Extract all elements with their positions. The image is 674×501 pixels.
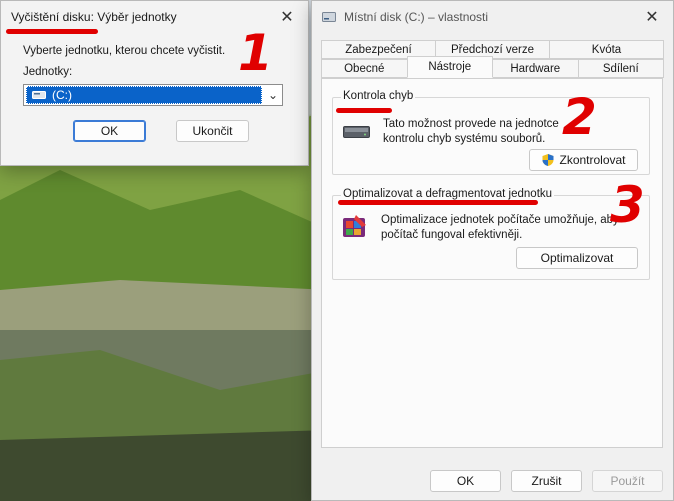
error-check-title: Kontrola chyb: [341, 90, 416, 102]
close-icon[interactable]: ✕: [631, 1, 673, 33]
tab-hardware[interactable]: Hardware: [492, 59, 579, 78]
annotation-underline-2: [336, 108, 392, 113]
apply-button[interactable]: Použít: [592, 470, 663, 492]
error-check-text-1: Tato možnost provede na jednotce: [383, 118, 559, 130]
annotation-number-3: 3: [610, 176, 645, 234]
annotation-number-1: 1: [238, 24, 273, 82]
properties-titlebar[interactable]: Místní disk (C:) – vlastnosti ✕: [312, 1, 673, 33]
chevron-down-icon[interactable]: ⌄: [268, 88, 278, 102]
optimize-text-2: počítač fungoval efektivněji.: [381, 229, 523, 241]
annotation-number-2: 2: [562, 88, 597, 146]
check-button-label: Zkontrolovat: [559, 153, 626, 167]
optimize-button[interactable]: Optimalizovat: [516, 247, 638, 269]
properties-title: Místní disk (C:) – vlastnosti: [344, 10, 489, 24]
cleanup-title: Vyčištění disku: Výběr jednotky: [11, 10, 177, 24]
tab-quota[interactable]: Kvóta: [549, 40, 664, 59]
optimize-text-1: Optimalizace jednotek počítače umožňuje,…: [381, 214, 619, 226]
defrag-icon: [343, 215, 366, 237]
annotation-underline-3: [338, 200, 538, 205]
hdd-icon: [322, 12, 336, 22]
shield-icon: [542, 154, 554, 166]
error-check-text-2: kontrolu chyb systému souborů.: [383, 133, 546, 145]
hdd-icon: [343, 126, 370, 138]
tab-tools[interactable]: Nástroje: [406, 56, 493, 78]
cancel-button[interactable]: Zrušit: [511, 470, 582, 492]
tab-general[interactable]: Obecné: [321, 59, 408, 78]
optimize-group: Optimalizovat a defragmentovat jednotku …: [332, 188, 650, 280]
tab-sharing[interactable]: Sdílení: [577, 59, 664, 78]
cancel-button[interactable]: Ukončit: [176, 120, 249, 142]
ok-button[interactable]: OK: [73, 120, 146, 142]
tools-panel: Kontrola chyb Tato možnost provede na je…: [321, 78, 663, 448]
optimize-title: Optimalizovat a defragmentovat jednotku: [341, 188, 555, 200]
ok-button[interactable]: OK: [430, 470, 501, 492]
selected-drive: (C:): [52, 88, 72, 102]
drive-properties-dialog: Místní disk (C:) – vlastnosti ✕ Zabezpeč…: [311, 0, 674, 501]
check-button[interactable]: Zkontrolovat: [529, 149, 638, 171]
drive-select[interactable]: (C:) ⌄: [23, 84, 283, 106]
drive-icon: [32, 91, 46, 99]
annotation-underline-1: [6, 29, 98, 34]
